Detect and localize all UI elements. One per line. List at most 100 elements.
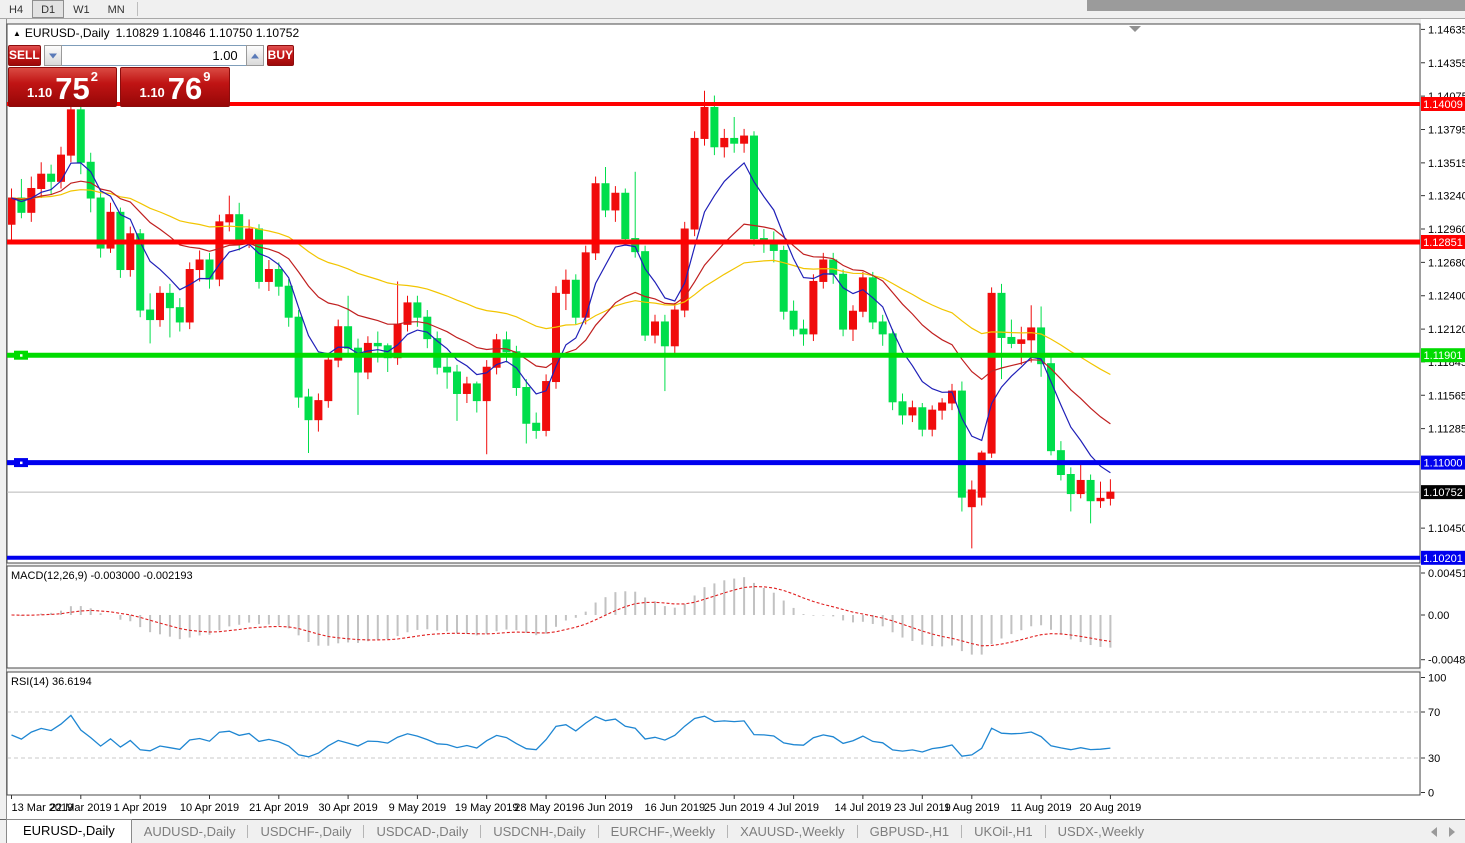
candle-body: [721, 138, 728, 146]
candle-body: [840, 274, 847, 329]
candle-body: [553, 293, 560, 381]
candle-body: [1107, 492, 1114, 498]
volume-decrease-button[interactable]: [44, 45, 62, 66]
date-tick-label: 9 May 2019: [389, 802, 446, 814]
candle-body: [196, 260, 203, 270]
candle-body: [147, 310, 154, 320]
candle-body: [602, 184, 609, 210]
candle-body: [543, 382, 550, 431]
candle-body: [364, 343, 371, 372]
tab-xauusd-weekly[interactable]: XAUUSD-,Weekly: [728, 821, 857, 843]
candle-body: [562, 280, 569, 293]
candle-body: [533, 423, 540, 430]
tab-usdx-weekly[interactable]: USDX-,Weekly: [1046, 821, 1156, 843]
candle-body: [206, 260, 213, 279]
window-left-frame: [0, 19, 7, 819]
price-tick-label: 1.12400: [1428, 291, 1465, 303]
date-tick-label: 10 Apr 2019: [180, 802, 239, 814]
candle-body: [394, 324, 401, 357]
candle-body: [1018, 340, 1025, 344]
date-tick-label: 11 Aug 2019: [1011, 802, 1072, 814]
candle-body: [186, 270, 193, 322]
candle-body: [830, 260, 837, 274]
candle-body: [87, 162, 94, 198]
chevron-up-icon: [251, 53, 259, 58]
date-tick-label: 20 Aug 2019: [1080, 802, 1142, 814]
candle-body: [899, 402, 906, 415]
candle-body: [731, 138, 738, 143]
candle-body: [404, 303, 411, 324]
candle-body: [879, 322, 886, 334]
candle-body: [176, 308, 183, 322]
candle-body: [256, 229, 263, 281]
symbol-tab-bar: EURUSD-,DailyAUDUSD-,DailyUSDCHF-,DailyU…: [0, 819, 1465, 843]
candle-body: [48, 174, 55, 181]
toolbar-separator: [137, 2, 138, 16]
rsi-axis-label: 30: [1428, 753, 1440, 765]
candle-body: [968, 490, 975, 507]
tab-ukoil-h1[interactable]: UKOil-,H1: [962, 821, 1045, 843]
tab-scroll-arrows: [1431, 827, 1465, 843]
tab-scroll-left-icon[interactable]: [1431, 827, 1437, 837]
timeframe-button-d1[interactable]: D1: [32, 0, 64, 18]
date-tick-label: 22 Mar 2019: [50, 802, 112, 814]
timeframe-button-mn[interactable]: MN: [99, 0, 134, 18]
tab-scroll-right-icon[interactable]: [1449, 827, 1455, 837]
candle-body: [859, 278, 866, 311]
candle-body: [325, 360, 332, 401]
timeframe-button-h4[interactable]: H4: [0, 0, 32, 18]
candle-body: [929, 410, 936, 429]
tab-usdcad-daily[interactable]: USDCAD-,Daily: [364, 821, 480, 843]
candle-body: [741, 136, 748, 143]
price-tick-label: 1.14355: [1428, 58, 1465, 70]
candle-body: [285, 286, 292, 317]
tab-usdcnh-daily[interactable]: USDCNH-,Daily: [481, 821, 597, 843]
sell-price-prefix: 1.10: [27, 82, 52, 104]
volume-increase-button[interactable]: [246, 45, 264, 66]
candle-body: [454, 372, 461, 393]
level-price-badge-label: 1.12851: [1423, 237, 1463, 249]
timeframe-button-w1[interactable]: W1: [64, 0, 99, 18]
candle-body: [820, 260, 827, 281]
price-tick-label: 1.14635: [1428, 24, 1465, 36]
tab-audusd-daily[interactable]: AUDUSD-,Daily: [132, 821, 248, 843]
price-tick-label: 1.11285: [1428, 424, 1465, 436]
sell-price-panel[interactable]: 1.10 75 2: [8, 67, 117, 107]
candle-body: [1028, 328, 1035, 340]
volume-input[interactable]: [62, 45, 246, 66]
date-tick-label: 1 Apr 2019: [114, 802, 167, 814]
candle-body: [38, 174, 45, 188]
candle-body: [998, 293, 1005, 337]
current-price-badge-label: 1.10752: [1423, 487, 1463, 499]
candle-body: [523, 388, 530, 424]
candle-body: [701, 107, 708, 138]
level-handle-dot: [20, 462, 23, 465]
candle-body: [751, 136, 758, 238]
tab-eurchf-weekly[interactable]: EURCHF-,Weekly: [599, 821, 728, 843]
rsi-axis-label: 70: [1428, 707, 1440, 719]
chart-canvas: 1.146351.143551.140751.137951.135151.132…: [0, 19, 1465, 819]
tab-usdchf-daily[interactable]: USDCHF-,Daily: [248, 821, 363, 843]
sell-button[interactable]: SELL: [8, 45, 41, 66]
price-tick-label: 1.10450: [1428, 523, 1465, 535]
rsi-indicator-label: RSI(14) 36.6194: [11, 676, 92, 688]
candle-body: [216, 222, 223, 279]
buy-price-panel[interactable]: 1.10 76 9: [120, 67, 230, 107]
candle-body: [315, 401, 322, 420]
tab-eurusd-daily[interactable]: EURUSD-,Daily: [6, 819, 132, 843]
candle-body: [67, 110, 74, 155]
date-tick-label: 1 Aug 2019: [944, 802, 1000, 814]
candle-body: [810, 281, 817, 333]
buy-button[interactable]: BUY: [267, 45, 294, 66]
candle-body: [8, 198, 15, 224]
sell-price-pip: 2: [91, 62, 98, 92]
tab-gbpusd-h1[interactable]: GBPUSD-,H1: [858, 821, 961, 843]
candle-body: [473, 384, 480, 401]
price-tick-label: 1.13240: [1428, 191, 1465, 203]
candle-body: [265, 270, 272, 282]
candle-body: [77, 110, 84, 162]
one-click-toggle-icon[interactable]: ▲: [13, 29, 21, 38]
buy-price-pip: 9: [203, 62, 210, 92]
candle-body: [414, 303, 421, 317]
date-tick-label: 25 Jun 2019: [704, 802, 765, 814]
